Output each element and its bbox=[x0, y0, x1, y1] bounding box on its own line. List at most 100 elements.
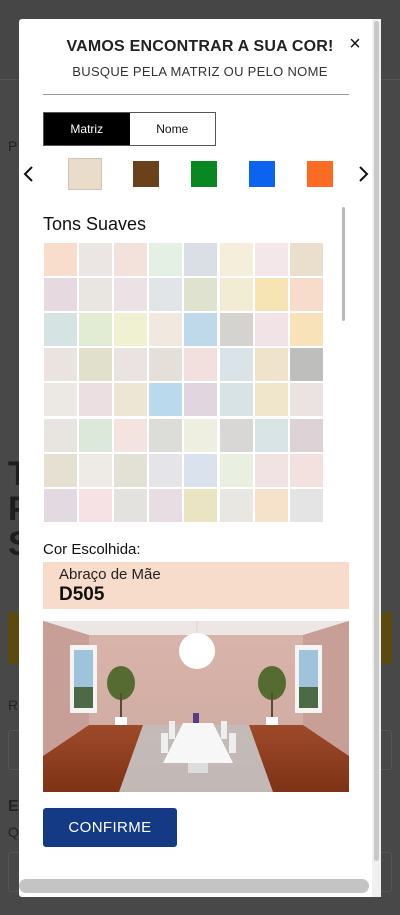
palette-color-cell[interactable] bbox=[114, 278, 147, 311]
palette-color-cell[interactable] bbox=[149, 313, 182, 346]
palette-color-cell[interactable] bbox=[44, 489, 77, 522]
palette-color-cell[interactable] bbox=[184, 489, 217, 522]
palette-color-cell[interactable] bbox=[255, 348, 288, 381]
search-mode-tabs: Matriz Nome bbox=[43, 112, 216, 146]
palette-color-cell[interactable] bbox=[184, 243, 217, 276]
palette-color-cell[interactable] bbox=[255, 243, 288, 276]
chevron-left-icon[interactable] bbox=[21, 162, 37, 186]
palette-color-cell[interactable] bbox=[114, 454, 147, 487]
matrix-color-swatch[interactable] bbox=[191, 161, 217, 187]
palette-color-cell[interactable] bbox=[220, 243, 253, 276]
chosen-color-code: D505 bbox=[59, 584, 105, 605]
tab-matriz[interactable]: Matriz bbox=[44, 113, 130, 145]
palette-color-cell[interactable] bbox=[79, 489, 112, 522]
palette-color-cell[interactable] bbox=[44, 278, 77, 311]
palette-color-cell[interactable] bbox=[220, 419, 253, 452]
palette-color-cell[interactable] bbox=[290, 313, 323, 346]
palette-color-cell[interactable] bbox=[220, 383, 253, 416]
chevron-right-icon[interactable] bbox=[355, 162, 371, 186]
palette-color-cell[interactable] bbox=[114, 383, 147, 416]
palette-color-cell[interactable] bbox=[149, 348, 182, 381]
chosen-color-name: Abraço de Mãe bbox=[59, 566, 161, 583]
divider bbox=[43, 94, 349, 95]
palette-color-cell[interactable] bbox=[290, 454, 323, 487]
color-palette-grid bbox=[44, 243, 326, 524]
palette-color-cell[interactable] bbox=[290, 383, 323, 416]
palette-row bbox=[44, 454, 326, 487]
palette-row bbox=[44, 383, 326, 416]
chosen-color-label: Cor Escolhida: bbox=[43, 541, 141, 558]
color-finder-modal: VAMOS ENCONTRAR A SUA COR! × BUSQUE PELA… bbox=[19, 19, 381, 897]
palette-color-cell[interactable] bbox=[44, 313, 77, 346]
palette-color-cell[interactable] bbox=[149, 278, 182, 311]
palette-color-cell[interactable] bbox=[149, 419, 182, 452]
palette-color-cell[interactable] bbox=[255, 278, 288, 311]
scrollbar-thumb[interactable] bbox=[374, 21, 379, 861]
palette-color-cell[interactable] bbox=[255, 313, 288, 346]
palette-row bbox=[44, 243, 326, 276]
palette-color-cell[interactable] bbox=[184, 313, 217, 346]
palette-row bbox=[44, 489, 326, 522]
palette-color-cell[interactable] bbox=[220, 278, 253, 311]
palette-color-cell[interactable] bbox=[44, 383, 77, 416]
chosen-color-panel: Abraço de Mãe D505 bbox=[43, 562, 349, 609]
palette-color-cell[interactable] bbox=[290, 278, 323, 311]
room-preview-image bbox=[43, 621, 349, 792]
palette-section-title: Tons Suaves bbox=[43, 214, 147, 234]
palette-color-cell[interactable] bbox=[149, 383, 182, 416]
palette-color-cell[interactable] bbox=[114, 348, 147, 381]
palette-color-cell[interactable] bbox=[44, 348, 77, 381]
palette-color-cell[interactable] bbox=[149, 489, 182, 522]
palette-color-cell[interactable] bbox=[79, 278, 112, 311]
background-text-fragment: P bbox=[8, 138, 18, 154]
palette-row bbox=[44, 278, 326, 311]
palette-color-cell[interactable] bbox=[184, 383, 217, 416]
palette-color-cell[interactable] bbox=[220, 313, 253, 346]
palette-row bbox=[44, 348, 326, 381]
modal-title: VAMOS ENCONTRAR A SUA COR! bbox=[66, 38, 334, 55]
tab-nome[interactable]: Nome bbox=[129, 113, 215, 145]
modal-subtitle: BUSQUE PELA MATRIZ OU PELO NOME bbox=[72, 64, 328, 79]
palette-color-cell[interactable] bbox=[79, 348, 112, 381]
palette-color-cell[interactable] bbox=[290, 489, 323, 522]
palette-color-cell[interactable] bbox=[290, 348, 323, 381]
palette-scrollbar[interactable] bbox=[342, 207, 345, 321]
palette-color-cell[interactable] bbox=[79, 454, 112, 487]
palette-color-cell[interactable] bbox=[114, 243, 147, 276]
palette-color-cell[interactable] bbox=[255, 383, 288, 416]
palette-color-cell[interactable] bbox=[114, 313, 147, 346]
palette-color-cell[interactable] bbox=[149, 454, 182, 487]
palette-color-cell[interactable] bbox=[184, 454, 217, 487]
palette-color-cell[interactable] bbox=[44, 419, 77, 452]
horizontal-scrollbar[interactable] bbox=[19, 879, 369, 893]
palette-color-cell[interactable] bbox=[79, 313, 112, 346]
matrix-color-swatch[interactable] bbox=[249, 161, 275, 187]
palette-color-cell[interactable] bbox=[220, 489, 253, 522]
palette-color-cell[interactable] bbox=[290, 419, 323, 452]
palette-color-cell[interactable] bbox=[255, 454, 288, 487]
background-text-fragment: Q bbox=[8, 824, 19, 840]
palette-color-cell[interactable] bbox=[220, 348, 253, 381]
palette-color-cell[interactable] bbox=[184, 348, 217, 381]
matrix-color-swatch[interactable] bbox=[68, 158, 102, 190]
palette-color-cell[interactable] bbox=[44, 454, 77, 487]
palette-color-cell[interactable] bbox=[114, 419, 147, 452]
confirm-button[interactable]: CONFIRME bbox=[43, 808, 177, 847]
palette-color-cell[interactable] bbox=[79, 243, 112, 276]
palette-color-cell[interactable] bbox=[255, 419, 288, 452]
palette-color-cell[interactable] bbox=[114, 489, 147, 522]
palette-color-cell[interactable] bbox=[184, 419, 217, 452]
palette-color-cell[interactable] bbox=[44, 243, 77, 276]
matrix-color-swatch[interactable] bbox=[133, 161, 159, 187]
palette-color-cell[interactable] bbox=[149, 243, 182, 276]
matrix-color-swatch[interactable] bbox=[307, 161, 333, 187]
palette-color-cell[interactable] bbox=[79, 383, 112, 416]
close-icon[interactable]: × bbox=[346, 34, 364, 54]
palette-row bbox=[44, 313, 326, 346]
palette-color-cell[interactable] bbox=[290, 243, 323, 276]
palette-color-cell[interactable] bbox=[184, 278, 217, 311]
palette-color-cell[interactable] bbox=[79, 419, 112, 452]
palette-color-cell[interactable] bbox=[220, 454, 253, 487]
modal-scrollbar[interactable] bbox=[372, 19, 381, 897]
palette-color-cell[interactable] bbox=[255, 489, 288, 522]
